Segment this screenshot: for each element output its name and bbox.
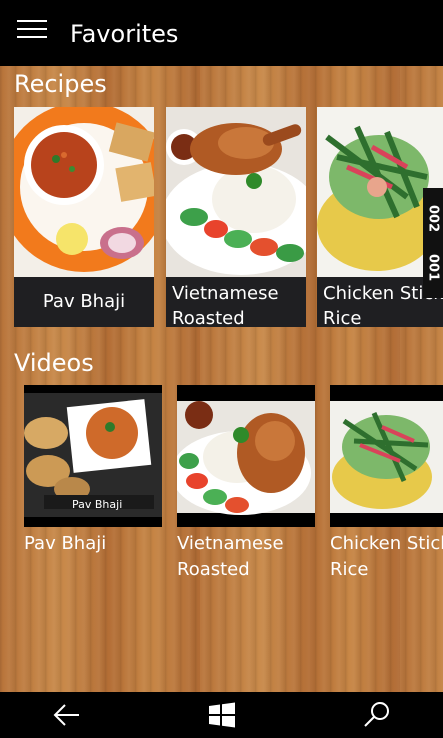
top-bar: Favorites [0,0,443,66]
recipe-name-line2: Roasted [172,308,245,327]
video-name-line2: Roasted [177,559,250,580]
recipe-label: Vietnamese Roasted [166,277,306,327]
hamburger-menu-icon[interactable] [17,20,47,44]
recipe-name: Pav Bhaji [42,291,126,312]
video-thumbnail-caption: Pav Bhaji [72,498,123,511]
recipe-name-line1: Chicken Sticky [323,283,443,304]
recipe-name-line1: Vietnamese [172,283,279,304]
video-card-pav-bhaji[interactable]: Pav Bhaji Pav Bhaji [24,385,164,585]
recipe-card-pav-bhaji[interactable]: Pav Bhaji [14,107,154,327]
video-name-line1: Vietnamese [177,533,284,554]
video-label: Vietnamese Roasted [177,531,317,583]
recipes-heading: Recipes [14,70,107,98]
content-area[interactable]: Recipes Pav Bhaji Vietnamese Roasted Chi… [0,66,443,692]
video-label: Pav Bhaji [24,531,164,557]
videos-heading: Videos [14,349,94,377]
search-icon[interactable] [361,700,393,730]
video-name-line1: Pav Bhaji [24,533,107,554]
back-arrow-icon[interactable] [51,700,83,730]
windows-start-icon[interactable] [206,700,238,730]
video-thumbnail-vietnamese-roasted [177,385,315,527]
video-label: Chicken Sticky Rice [330,531,443,583]
video-name-line1: Chicken Sticky [330,533,443,554]
recipe-card-vietnamese-roasted[interactable]: Vietnamese Roasted [166,107,306,327]
video-card-chicken-sticky-rice[interactable]: Chicken Sticky Rice [330,385,443,585]
page-title: Favorites [70,20,179,48]
side-tab-label: 002 [425,204,441,233]
recipe-name-line2: Rice [323,308,362,327]
video-thumbnail-chicken-sticky-rice [330,385,443,527]
side-tab-label: 001 [425,253,441,282]
recipe-image-pav-bhaji [14,107,154,277]
video-card-vietnamese-roasted[interactable]: Vietnamese Roasted [177,385,317,585]
video-thumbnail-pav-bhaji: Pav Bhaji [24,385,162,527]
video-name-line2: Rice [330,559,369,580]
recipe-label: Pav Bhaji [14,277,154,327]
system-nav-bar [0,692,443,738]
recipe-image-vietnamese-roasted [166,107,306,277]
side-tab[interactable]: 002 001 [423,188,443,298]
